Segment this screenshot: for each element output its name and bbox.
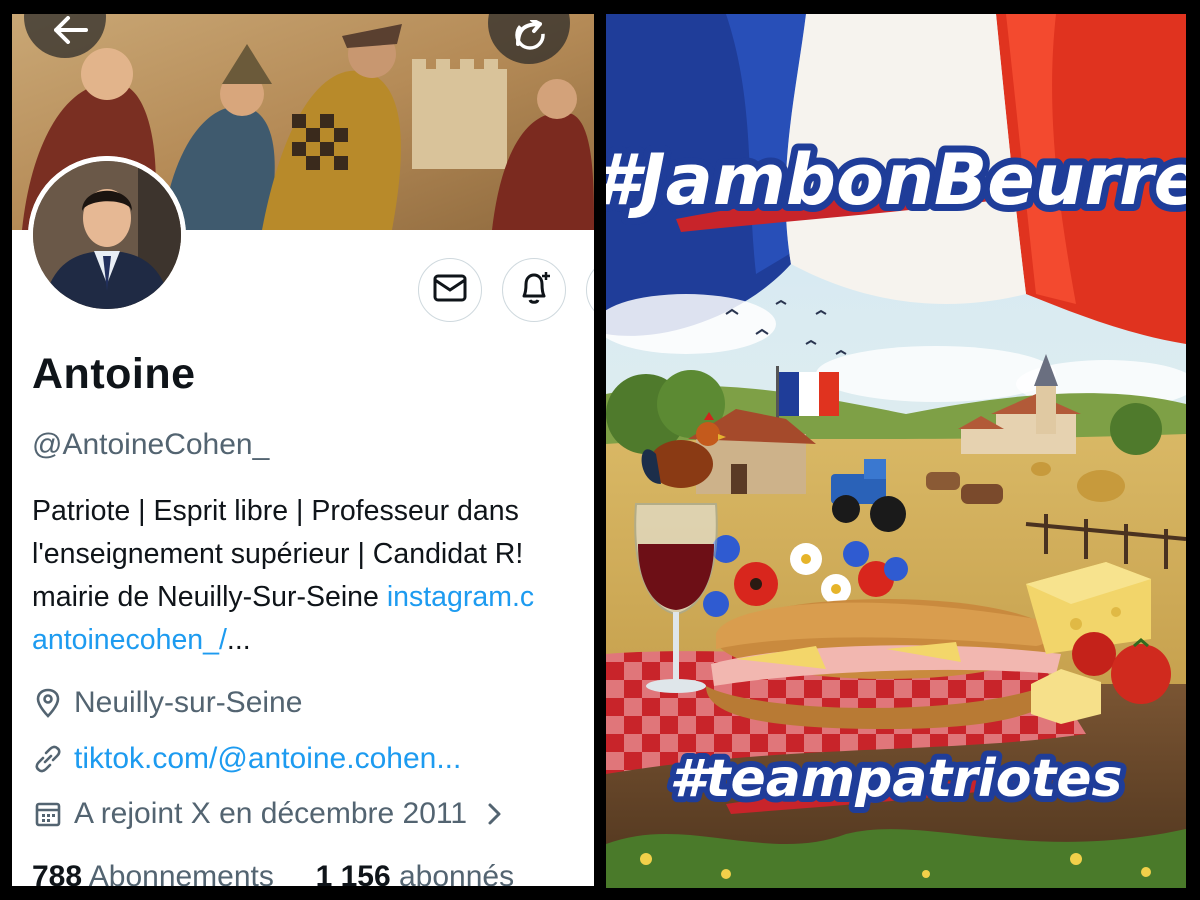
chevron-right-icon [487, 802, 503, 826]
following-label: Abonnements [88, 860, 274, 886]
more-button[interactable] [586, 258, 594, 322]
bio-line: mairie de Neuilly-Sur-Seine instagram.c [32, 576, 594, 619]
bio-text: mairie de Neuilly-Sur-Seine [32, 581, 387, 613]
website-row: tiktok.com/@antoine.cohen... [32, 742, 461, 776]
follow-stats: 788 Abonnements 1 156 abonnés [32, 860, 514, 886]
followers-count: 1 156 [315, 860, 391, 886]
share-icon [512, 20, 548, 50]
bell-plus-icon [516, 270, 552, 311]
joined-text: A rejoint X en décembre 2011 [74, 797, 468, 830]
profile-handle: @AntoineCohen_ [32, 428, 270, 461]
following-count: 788 [32, 860, 83, 886]
profile-bio: Patriote | Esprit libre | Professeur dan… [32, 490, 594, 662]
joined-row[interactable]: A rejoint X en décembre 2011 [32, 797, 503, 831]
bottom-hashtag: #teampatriotes #teampatriotes [663, 743, 1128, 815]
location-pin-icon [32, 687, 64, 719]
bio-ellipsis: ... [226, 624, 251, 656]
back-arrow-icon [54, 16, 88, 44]
followers-label: abonnés [399, 860, 515, 886]
location-text: Neuilly-sur-Seine [74, 686, 303, 719]
location-row: Neuilly-sur-Seine [32, 686, 302, 720]
top-hashtag-fill: #JambonBeurre [606, 139, 1186, 221]
followers-stat[interactable]: 1 156 abonnés [316, 860, 515, 886]
following-stat[interactable]: 788 Abonnements [32, 860, 274, 886]
envelope-icon [433, 274, 467, 307]
top-hashtag: #JambonBeurre #JambonBeurre [606, 132, 1186, 228]
website-link[interactable]: tiktok.com/@antoine.cohen... [74, 742, 461, 776]
link-icon [32, 743, 64, 775]
calendar-icon [32, 798, 64, 830]
bio-line: antoinecohen_/... [32, 619, 594, 662]
notify-button[interactable] [502, 258, 566, 322]
bio-instagram-link[interactable]: instagram.c [387, 581, 534, 613]
display-name: Antoine [32, 350, 196, 398]
poster-image: #JambonBeurre #JambonBeurre #teampatriot… [606, 14, 1186, 888]
bio-line: Patriote | Esprit libre | Professeur dan… [32, 495, 519, 527]
message-button[interactable] [418, 258, 482, 322]
bio-instagram-link-cont[interactable]: antoinecohen_/ [32, 624, 227, 656]
profile-panel: Antoine @AntoineCohen_ Patriote | Esprit… [12, 14, 594, 886]
bottom-hashtag-fill: #teampatriotes [669, 749, 1122, 809]
bio-line: l'enseignement supérieur | Candidat R! [32, 538, 524, 570]
avatar[interactable] [28, 156, 186, 314]
